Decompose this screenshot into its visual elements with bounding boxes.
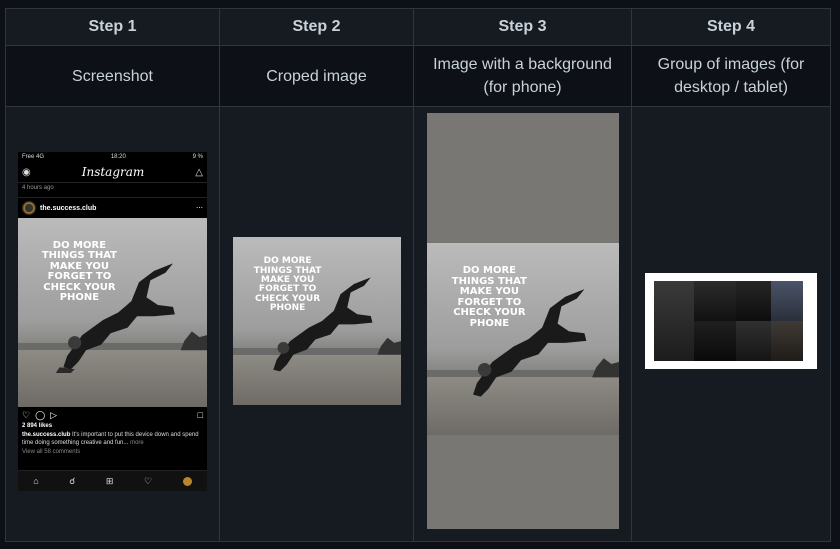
new-post-icon[interactable]: ⊞ [106,476,114,487]
instagram-header: ◉ Instagram △ [18,162,207,183]
step-1-header: Step 1 [5,8,220,46]
home-icon[interactable]: ⌂ [33,476,38,486]
carrier-label: Free 4G [22,154,45,160]
instagram-screenshot: Free 4G 18:20 9 % ◉ Instagram △ 4 hours … [18,152,207,491]
phone-background-image: DO MORE THINGS THAT MAKE YOU FORGET TO C… [427,113,619,529]
step-2-description: Croped image [219,45,414,107]
step-3-description-text: Image with a background (for phone) [433,56,612,96]
instagram-logo: Instagram [81,165,145,179]
search-icon[interactable]: ☌ [69,476,75,487]
previous-post-time: 4 hours ago [22,185,54,191]
quote-text: DO MORE THINGS THAT MAKE YOU FORGET TO C… [451,265,527,329]
caption-username: the.success.club [22,432,71,438]
post-header: the.success.club ⋯ [18,197,207,218]
post-username: the.success.club [40,204,97,212]
step-4-description-text: Group of images (for desktop / tablet) [657,56,805,96]
profile-avatar-icon[interactable] [182,476,192,486]
step-4-header: Step 4 [631,8,831,46]
camera-icon: ◉ [22,166,31,178]
send-icon: △ [195,166,203,178]
collage-tile [694,281,736,321]
centered-photo: DO MORE THINGS THAT MAKE YOU FORGET TO C… [427,243,619,435]
comment-icon[interactable]: ◯ [35,410,45,421]
image-group-collage [645,273,817,369]
phone-status-bar: Free 4G 18:20 9 % [18,152,207,162]
step-3-image-cell: DO MORE THINGS THAT MAKE YOU FORGET TO C… [413,106,632,542]
share-icon[interactable]: ▷ [50,410,57,421]
clock-label: 18:20 [110,154,126,160]
description-row: Screenshot Croped image Image with a bac… [5,45,831,107]
quote-text: DO MORE THINGS THAT MAKE YOU FORGET TO C… [41,239,117,304]
activity-icon[interactable]: ♡ [144,476,152,487]
post-photo: DO MORE THINGS THAT MAKE YOU FORGET TO C… [18,218,207,407]
header-row: Step 1 Step 2 Step 3 Step 4 [5,8,831,46]
more-dots-icon: ⋯ [196,205,203,212]
step-4-description: Group of images (for desktop / tablet) [631,45,831,107]
avatar [22,201,36,215]
collage-tile [736,281,771,321]
step-2-header: Step 2 [219,8,414,46]
caption-more-link[interactable]: more [130,440,144,446]
step-3-description: Image with a background (for phone) [413,45,632,107]
collage-tile [736,321,771,361]
view-comments-link[interactable]: View all 58 comments [18,449,207,455]
collage-tile [771,321,803,361]
bookmark-icon[interactable]: □ [198,410,203,420]
collage-tile [771,281,803,321]
collage-tile [654,281,694,361]
bottom-nav: ⌂ ☌ ⊞ ♡ [18,470,207,491]
step-1-description: Screenshot [5,45,220,107]
post-caption: the.success.club It's important to put t… [18,429,207,449]
step-2-description-text: Croped image [266,67,367,85]
step-3-header: Step 3 [413,8,632,46]
steps-table: Step 1 Step 2 Step 3 Step 4 Screenshot C… [5,8,831,542]
post-actions: ♡ ◯ ▷ □ [18,407,207,423]
step-2-image-cell: DO MORE THINGS THAT MAKE YOU FORGET TO C… [219,106,414,542]
image-row: Free 4G 18:20 9 % ◉ Instagram △ 4 hours … [5,106,831,542]
quote-text: DO MORE THINGS THAT MAKE YOU FORGET TO C… [253,256,322,314]
like-icon[interactable]: ♡ [22,410,30,421]
step-4-image-cell [631,106,831,542]
battery-label: 9 % [192,154,203,160]
cropped-image: DO MORE THINGS THAT MAKE YOU FORGET TO C… [233,237,401,405]
collage-tile [694,321,736,361]
step-1-image-cell: Free 4G 18:20 9 % ◉ Instagram △ 4 hours … [5,106,220,542]
